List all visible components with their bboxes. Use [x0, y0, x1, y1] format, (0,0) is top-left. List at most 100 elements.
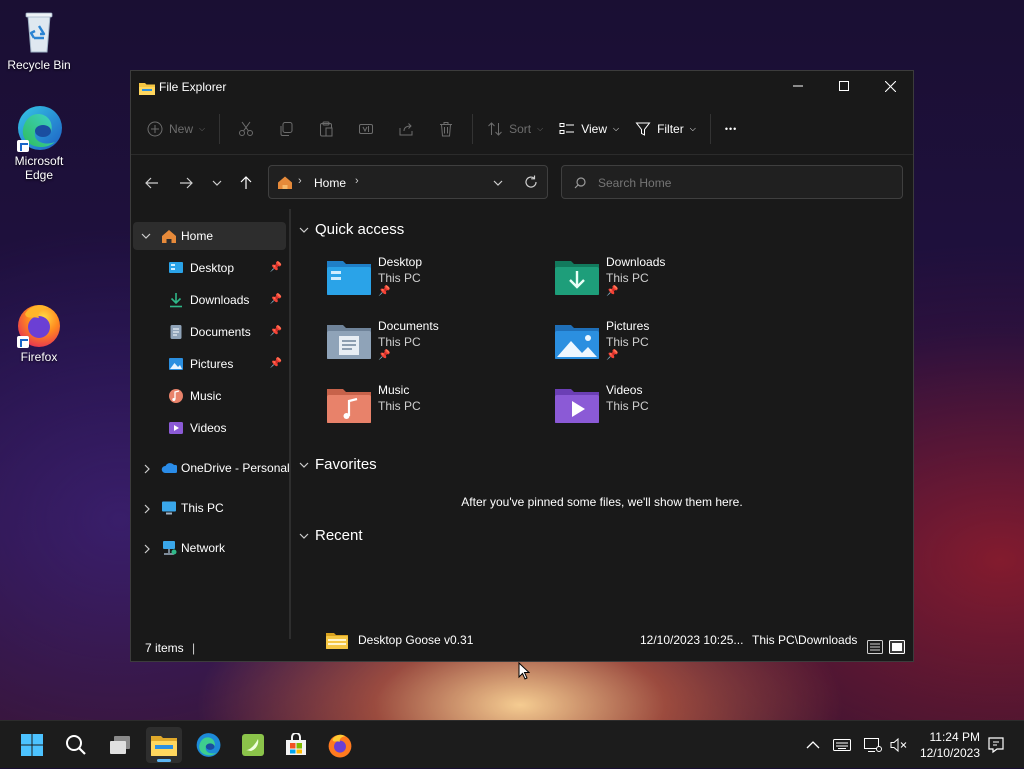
quick-access-tile-videos[interactable]: Videos This PC: [549, 381, 759, 437]
favorites-header[interactable]: Favorites: [299, 456, 377, 473]
pin-icon: 📌: [378, 286, 391, 297]
refresh-icon[interactable]: [524, 175, 538, 189]
sort-label: Sort: [509, 122, 532, 136]
paste-button[interactable]: [306, 113, 346, 145]
filter-button[interactable]: Filter ⌵: [627, 113, 704, 145]
music-folder-icon: [327, 389, 371, 423]
pictures-icon: [169, 358, 183, 370]
desktop-icon-firefox[interactable]: Firefox: [1, 300, 77, 364]
file-explorer-window: File Explorer New ⌵ Sort ⌵ View ⌵ Filter…: [130, 70, 914, 680]
close-button[interactable]: [867, 71, 913, 101]
clock[interactable]: 11:24 PM 12/10/2023: [920, 729, 980, 761]
navigation-pane: Home Desktop 📌 Downloads 📌 Documents 📌 P…: [131, 209, 291, 639]
forward-button[interactable]: [177, 174, 195, 192]
desktop-icon-microsoft-edge[interactable]: Microsoft Edge: [1, 104, 77, 182]
nav-item-downloads[interactable]: Downloads 📌: [133, 286, 286, 314]
address-bar[interactable]: › Home ›: [268, 165, 548, 199]
pin-icon: 📌: [269, 358, 282, 369]
tile-name: Desktop: [378, 255, 423, 269]
search-input[interactable]: [596, 173, 890, 193]
sort-icon: [488, 122, 502, 136]
nav-item-videos[interactable]: Videos: [133, 414, 286, 442]
input-indicator-button[interactable]: [833, 721, 851, 769]
title-bar[interactable]: File Explorer: [131, 71, 913, 103]
items-count: 7 items: [145, 641, 184, 655]
nav-item-label: Documents: [190, 325, 251, 339]
nav-item-home[interactable]: Home: [133, 222, 286, 250]
quick-access-tile-desktop[interactable]: Desktop This PC 📌: [321, 253, 531, 309]
quick-access-tile-downloads[interactable]: Downloads This PC 📌: [549, 253, 759, 309]
nav-item-music[interactable]: Music: [133, 382, 286, 410]
maximize-button[interactable]: [821, 71, 867, 101]
nav-item-pictures[interactable]: Pictures 📌: [133, 350, 286, 378]
tile-name: Music: [378, 383, 410, 397]
minimize-button[interactable]: [775, 71, 821, 101]
recycle-bin-icon: [15, 8, 63, 56]
copy-button[interactable]: [266, 113, 306, 145]
view-button[interactable]: View ⌵: [551, 113, 627, 145]
taskbar-firefox[interactable]: [322, 727, 358, 763]
nav-item-documents[interactable]: Documents 📌: [133, 318, 286, 346]
breadcrumb-home[interactable]: Home: [314, 176, 346, 190]
edge-icon: [196, 733, 221, 757]
documents-folder-icon: [327, 325, 371, 359]
address-history-chevron-icon[interactable]: [493, 179, 503, 187]
nav-item-desktop[interactable]: Desktop 📌: [133, 254, 286, 282]
task-view-button[interactable]: [102, 727, 138, 763]
tiles-view-icon[interactable]: [889, 640, 905, 654]
pin-icon: 📌: [269, 262, 282, 273]
paste-icon: [320, 121, 333, 137]
taskbar-search-button[interactable]: [58, 727, 94, 763]
chevron-right-icon[interactable]: [143, 464, 151, 474]
start-button[interactable]: [14, 727, 50, 763]
taskbar-desktop-goose[interactable]: [235, 727, 271, 763]
videos-icon: [169, 422, 183, 434]
quick-access-tile-pictures[interactable]: Pictures This PC 📌: [549, 317, 759, 373]
tile-location: This PC: [606, 271, 649, 285]
trash-icon: [440, 122, 453, 137]
quick-access-header[interactable]: Quick access: [299, 221, 404, 238]
up-button[interactable]: [237, 174, 255, 192]
cut-button[interactable]: [226, 113, 266, 145]
tile-name: Pictures: [606, 319, 650, 333]
search-box[interactable]: [561, 165, 903, 199]
show-hidden-icons-button[interactable]: [806, 721, 820, 769]
chevron-right-icon[interactable]: [143, 544, 151, 554]
taskbar: 11:24 PM 12/10/2023: [0, 720, 1024, 768]
new-button[interactable]: New ⌵: [139, 113, 213, 145]
quick-access-tile-documents[interactable]: Documents This PC 📌: [321, 317, 531, 373]
volume-muted-icon: [890, 737, 907, 753]
taskbar-microsoft-store[interactable]: [278, 727, 314, 763]
desktop-icon-recycle-bin[interactable]: Recycle Bin: [1, 8, 77, 72]
recent-header[interactable]: Recent: [299, 527, 363, 544]
details-view-icon[interactable]: [867, 640, 883, 654]
pin-icon: 📌: [606, 350, 619, 361]
toolbar-divider: [709, 114, 711, 144]
firefox-icon: [328, 734, 352, 758]
delete-button[interactable]: [426, 113, 466, 145]
nav-item-onedrive[interactable]: OneDrive - Personal: [133, 454, 290, 482]
quick-access-tile-music[interactable]: Music This PC: [321, 381, 531, 437]
chevron-down-icon: ⌵: [199, 124, 206, 133]
share-button[interactable]: [386, 113, 426, 145]
nav-item-this-pc[interactable]: This PC: [133, 494, 286, 522]
recent-locations-button[interactable]: [208, 174, 226, 192]
chevron-down-icon: [141, 233, 151, 239]
volume-button[interactable]: [890, 721, 908, 769]
taskbar-edge[interactable]: [190, 727, 226, 763]
taskbar-file-explorer[interactable]: [146, 727, 182, 763]
network-status-button[interactable]: [864, 721, 882, 769]
tile-name: Downloads: [606, 255, 666, 269]
nav-item-label: Desktop: [190, 261, 235, 275]
nav-item-network[interactable]: Network: [133, 534, 286, 562]
sort-button[interactable]: Sort ⌵: [479, 113, 551, 145]
notifications-button[interactable]: [987, 721, 1005, 769]
rename-button[interactable]: [346, 113, 386, 145]
rename-icon: [359, 124, 374, 134]
new-label: New: [169, 122, 194, 136]
new-plus-icon: [147, 121, 163, 137]
chevron-right-icon[interactable]: [143, 504, 151, 514]
toolbar-divider: [219, 114, 221, 144]
back-button[interactable]: [143, 174, 161, 192]
see-more-button[interactable]: •••: [717, 113, 745, 145]
